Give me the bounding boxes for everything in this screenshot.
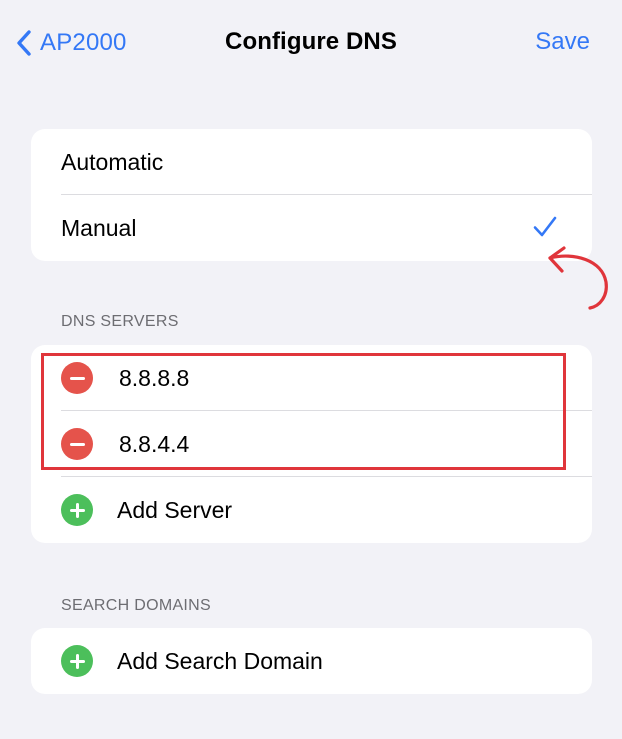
- checkmark-icon: [533, 216, 557, 237]
- remove-server-button[interactable]: [61, 428, 93, 460]
- page-title: Configure DNS: [225, 28, 397, 55]
- option-manual-label: Manual: [61, 214, 137, 241]
- plus-icon: [69, 502, 85, 518]
- server-address[interactable]: 8.8.8.8: [119, 365, 189, 392]
- remove-server-button[interactable]: [61, 362, 93, 394]
- minus-icon: [69, 371, 85, 386]
- save-button[interactable]: Save: [535, 28, 590, 56]
- server-address[interactable]: 8.8.4.4: [119, 431, 189, 458]
- search-domains-header: SEARCH DOMAINS: [61, 597, 211, 614]
- option-manual[interactable]: Manual: [31, 195, 592, 261]
- add-server-label: Add Server: [117, 496, 233, 523]
- plus-icon: [69, 653, 85, 669]
- dns-mode-card: Automatic Manual: [31, 129, 592, 261]
- option-automatic[interactable]: Automatic: [31, 129, 592, 195]
- navigation-bar: AP2000 Configure DNS Save: [0, 0, 622, 88]
- dns-servers-card: 8.8.8.8 8.8.4.4 Add Server: [31, 345, 592, 543]
- dns-servers-header: DNS SERVERS: [61, 313, 179, 330]
- add-search-domain-button[interactable]: [61, 645, 93, 677]
- server-row: 8.8.8.8: [31, 345, 592, 411]
- add-server-row[interactable]: Add Server: [31, 477, 592, 543]
- search-domains-card: Add Search Domain: [31, 628, 592, 694]
- minus-icon: [69, 437, 85, 452]
- option-automatic-label: Automatic: [61, 148, 164, 175]
- add-search-domain-row[interactable]: Add Search Domain: [31, 628, 592, 694]
- add-search-domain-label: Add Search Domain: [117, 647, 323, 674]
- add-server-button[interactable]: [61, 494, 93, 526]
- server-row: 8.8.4.4: [31, 411, 592, 477]
